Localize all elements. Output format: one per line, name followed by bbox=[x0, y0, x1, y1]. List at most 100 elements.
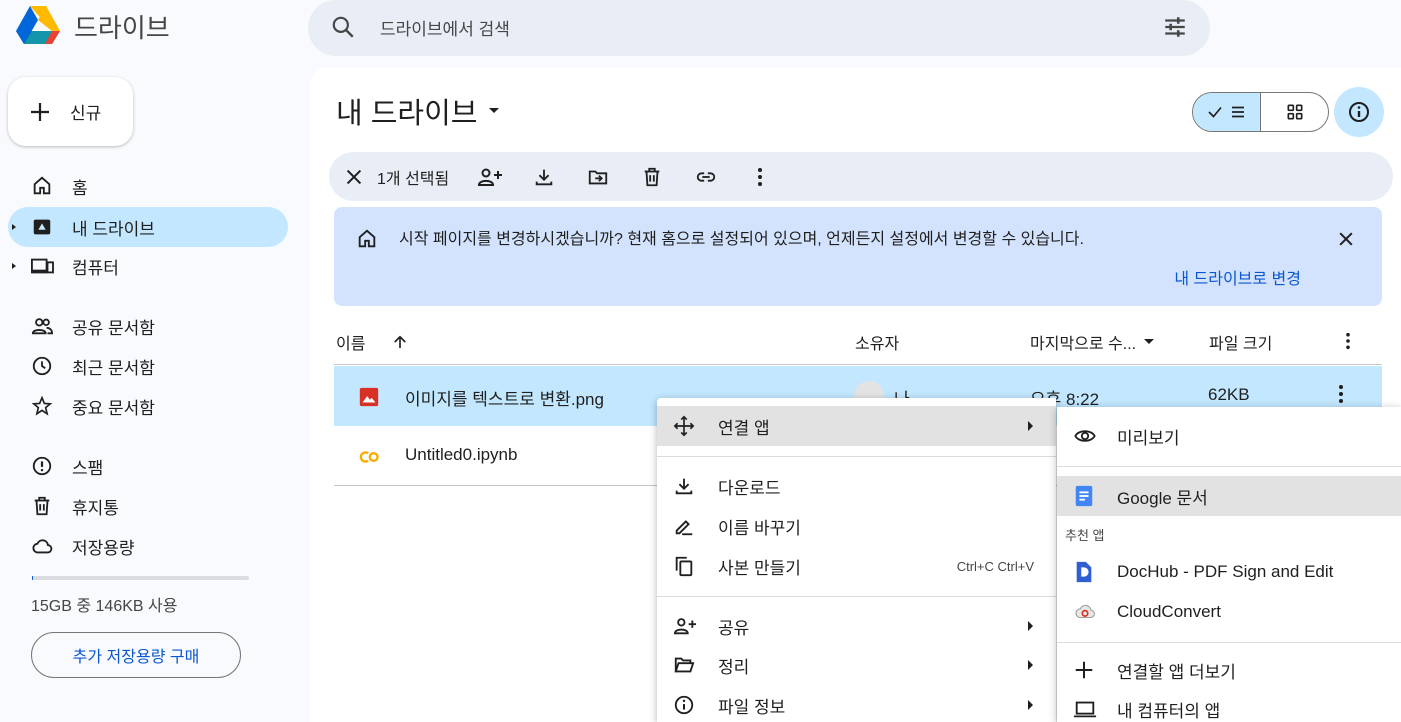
search-options-icon[interactable] bbox=[1162, 14, 1188, 40]
divider bbox=[657, 456, 1056, 457]
chevron-right-icon bbox=[1026, 699, 1034, 711]
column-header-label: 소유자 bbox=[855, 336, 900, 353]
menu-item-file-info[interactable]: 파일 정보 bbox=[657, 685, 1056, 722]
sidebar-item-home[interactable]: 홈 bbox=[8, 166, 288, 206]
divider bbox=[657, 596, 1056, 597]
context-menu: 연결 앱 다운로드 이름 바꾸기 사본 만들기 Ctrl+C Ctrl+V 공유… bbox=[657, 398, 1056, 722]
drive-icon bbox=[30, 216, 54, 238]
page-title-text: 내 드라이브 bbox=[336, 98, 478, 130]
computer-icon bbox=[30, 255, 54, 277]
eye-icon bbox=[1073, 425, 1097, 447]
sidebar-item-label: 공유 문서함 bbox=[72, 318, 155, 338]
sidebar-item-spam[interactable]: 스팸 bbox=[8, 446, 288, 486]
column-header-modified[interactable]: 마지막으로 수... bbox=[1030, 330, 1156, 354]
spam-icon bbox=[30, 455, 54, 477]
app-brand: 드라이브 bbox=[74, 13, 170, 43]
sidebar-item-label: 컴퓨터 bbox=[72, 258, 119, 278]
start-page-banner: 시작 페이지를 변경하시겠습니까? 현재 홈으로 설정되어 있으며, 언제든지 … bbox=[334, 207, 1382, 306]
star-icon bbox=[30, 395, 54, 417]
submenu-item-google-docs[interactable]: Google 문서 bbox=[1057, 476, 1401, 516]
more-vert-icon[interactable] bbox=[1338, 384, 1344, 404]
submenu-item-label: Google 문서 bbox=[1117, 488, 1208, 508]
download-icon[interactable] bbox=[517, 166, 571, 188]
column-header-label: 이름 bbox=[336, 336, 366, 353]
menu-item-share[interactable]: 공유 bbox=[657, 606, 1056, 646]
column-header-size[interactable]: 파일 크기 bbox=[1209, 330, 1272, 354]
drive-logo[interactable] bbox=[14, 4, 62, 48]
menu-item-organize[interactable]: 정리 bbox=[657, 645, 1056, 685]
sidebar-item-my-drive[interactable]: 내 드라이브 bbox=[8, 207, 288, 247]
change-to-my-drive-link[interactable]: 내 드라이브로 변경 bbox=[1174, 265, 1301, 289]
people-icon bbox=[30, 315, 54, 337]
move-to-folder-icon[interactable] bbox=[571, 166, 625, 188]
sidebar-item-recent[interactable]: 최근 문서함 bbox=[8, 346, 288, 386]
view-toggle[interactable] bbox=[1192, 92, 1329, 132]
grid-view-button[interactable] bbox=[1261, 93, 1328, 131]
page-title[interactable]: 내 드라이브 bbox=[336, 90, 501, 132]
submenu-item-label: DocHub - PDF Sign and Edit bbox=[1117, 562, 1334, 581]
submenu-item-cloudconvert[interactable]: CloudConvert bbox=[1057, 592, 1401, 632]
sidebar-item-label: 저장용량 bbox=[72, 538, 135, 558]
clear-selection-icon[interactable] bbox=[343, 166, 365, 188]
dropdown-arrow-icon bbox=[1142, 337, 1156, 347]
more-vert-icon[interactable] bbox=[733, 167, 787, 187]
sidebar-item-starred[interactable]: 중요 문서함 bbox=[8, 386, 288, 426]
search-input[interactable]: 드라이브에서 검색 bbox=[380, 15, 510, 40]
sidebar-item-label: 내 드라이브 bbox=[72, 219, 155, 239]
submenu-item-label: 연결할 앱 더보기 bbox=[1117, 662, 1236, 682]
column-header-name[interactable]: 이름 bbox=[336, 330, 409, 354]
menu-item-make-copy[interactable]: 사본 만들기 Ctrl+C Ctrl+V bbox=[657, 546, 1056, 586]
plus-icon bbox=[28, 100, 52, 124]
menu-item-rename[interactable]: 이름 바꾸기 bbox=[657, 506, 1056, 546]
menu-item-download[interactable]: 다운로드 bbox=[657, 466, 1056, 506]
chevron-right-icon bbox=[1026, 420, 1034, 432]
divider bbox=[334, 364, 1382, 365]
submenu-item-label: CloudConvert bbox=[1117, 602, 1221, 621]
sidebar-item-shared[interactable]: 공유 문서함 bbox=[8, 306, 288, 346]
selection-toolbar: 1개 선택됨 bbox=[329, 152, 1393, 201]
column-header-owner[interactable]: 소유자 bbox=[855, 330, 899, 354]
divider bbox=[1057, 466, 1401, 467]
link-icon[interactable] bbox=[679, 166, 733, 188]
colab-file-icon bbox=[358, 446, 382, 468]
sort-arrow-up-icon[interactable] bbox=[391, 333, 409, 351]
list-view-button[interactable] bbox=[1193, 93, 1261, 131]
expand-caret-icon[interactable] bbox=[8, 223, 20, 231]
info-icon bbox=[1347, 100, 1371, 124]
column-header-label: 마지막으로 수... bbox=[1030, 336, 1137, 353]
check-icon bbox=[1206, 103, 1224, 121]
share-user-icon[interactable] bbox=[463, 165, 517, 189]
sidebar-item-computers[interactable]: 컴퓨터 bbox=[8, 246, 288, 286]
sidebar-item-storage[interactable]: 저장용량 bbox=[8, 526, 288, 566]
chevron-right-icon bbox=[1026, 620, 1034, 632]
open-with-icon bbox=[673, 415, 695, 437]
sidebar-item-trash[interactable]: 휴지통 bbox=[8, 486, 288, 526]
submenu-item-preview[interactable]: 미리보기 bbox=[1057, 416, 1401, 456]
trash-icon bbox=[30, 495, 54, 517]
menu-item-label: 다운로드 bbox=[718, 478, 781, 498]
search-icon[interactable] bbox=[330, 14, 356, 40]
submenu-item-more-apps[interactable]: 연결할 앱 더보기 bbox=[1057, 650, 1401, 690]
new-button[interactable]: 신규 bbox=[8, 77, 133, 146]
storage-progress-fill bbox=[32, 576, 34, 580]
divider bbox=[1057, 642, 1401, 643]
selection-count: 1개 선택됨 bbox=[377, 170, 450, 188]
sidebar-item-label: 홈 bbox=[72, 178, 88, 198]
info-icon bbox=[673, 694, 695, 716]
details-button[interactable] bbox=[1334, 87, 1384, 137]
search-bar[interactable]: 드라이브에서 검색 bbox=[308, 0, 1210, 56]
close-icon[interactable] bbox=[1336, 229, 1356, 249]
download-icon bbox=[673, 475, 695, 497]
buy-storage-button[interactable]: 추가 저장용량 구매 bbox=[31, 632, 241, 678]
menu-item-open-with[interactable]: 연결 앱 bbox=[657, 406, 1056, 446]
cloudconvert-icon bbox=[1073, 601, 1097, 623]
more-vert-icon[interactable] bbox=[1345, 332, 1351, 350]
cloud-icon bbox=[30, 535, 54, 557]
submenu-item-computer-apps[interactable]: 내 컴퓨터의 앱 bbox=[1057, 689, 1401, 722]
trash-icon[interactable] bbox=[625, 166, 679, 188]
expand-caret-icon[interactable] bbox=[8, 262, 20, 270]
sidebar-item-label: 스팸 bbox=[72, 458, 104, 478]
submenu-item-dochub[interactable]: DocHub - PDF Sign and Edit bbox=[1057, 552, 1401, 592]
column-header-label: 파일 크기 bbox=[1209, 336, 1273, 353]
google-docs-icon bbox=[1073, 485, 1095, 507]
